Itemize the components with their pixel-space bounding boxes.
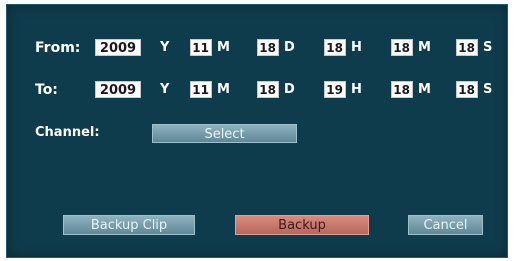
channel-label: Channel:: [35, 125, 100, 140]
to-day-field[interactable]: 18: [257, 81, 279, 98]
to-hour-field[interactable]: 19: [324, 81, 346, 98]
from-year-field[interactable]: 2009: [95, 39, 141, 56]
backup-clip-button[interactable]: Backup Clip: [63, 215, 195, 235]
to-label: To:: [35, 82, 58, 98]
from-second-field[interactable]: 18: [456, 39, 478, 56]
to-day-unit: D: [284, 82, 295, 97]
to-year-unit: Y: [160, 82, 170, 97]
backup-dialog: From: 2009 Y 11 M 18 D 18 H 18 M 18 S To…: [6, 4, 508, 258]
cancel-button[interactable]: Cancel: [408, 215, 483, 235]
to-month-unit: M: [217, 82, 230, 97]
from-year-unit: Y: [160, 40, 170, 55]
to-second-unit: S: [483, 82, 493, 97]
to-hour-unit: H: [351, 82, 362, 97]
from-minute-field[interactable]: 18: [391, 39, 413, 56]
from-day-field[interactable]: 18: [257, 39, 279, 56]
from-minute-unit: M: [418, 40, 431, 55]
from-hour-unit: H: [351, 40, 362, 55]
to-minute-unit: M: [418, 82, 431, 97]
to-year-field[interactable]: 2009: [95, 81, 141, 98]
to-second-field[interactable]: 18: [456, 81, 478, 98]
from-day-unit: D: [284, 40, 295, 55]
from-hour-field[interactable]: 18: [324, 39, 346, 56]
from-month-unit: M: [217, 40, 230, 55]
from-second-unit: S: [483, 40, 493, 55]
from-label: From:: [35, 40, 81, 56]
backup-button[interactable]: Backup: [235, 215, 369, 235]
channel-select-button[interactable]: Select: [152, 124, 297, 143]
to-minute-field[interactable]: 18: [391, 81, 413, 98]
from-month-field[interactable]: 11: [190, 39, 212, 56]
to-month-field[interactable]: 11: [190, 81, 212, 98]
